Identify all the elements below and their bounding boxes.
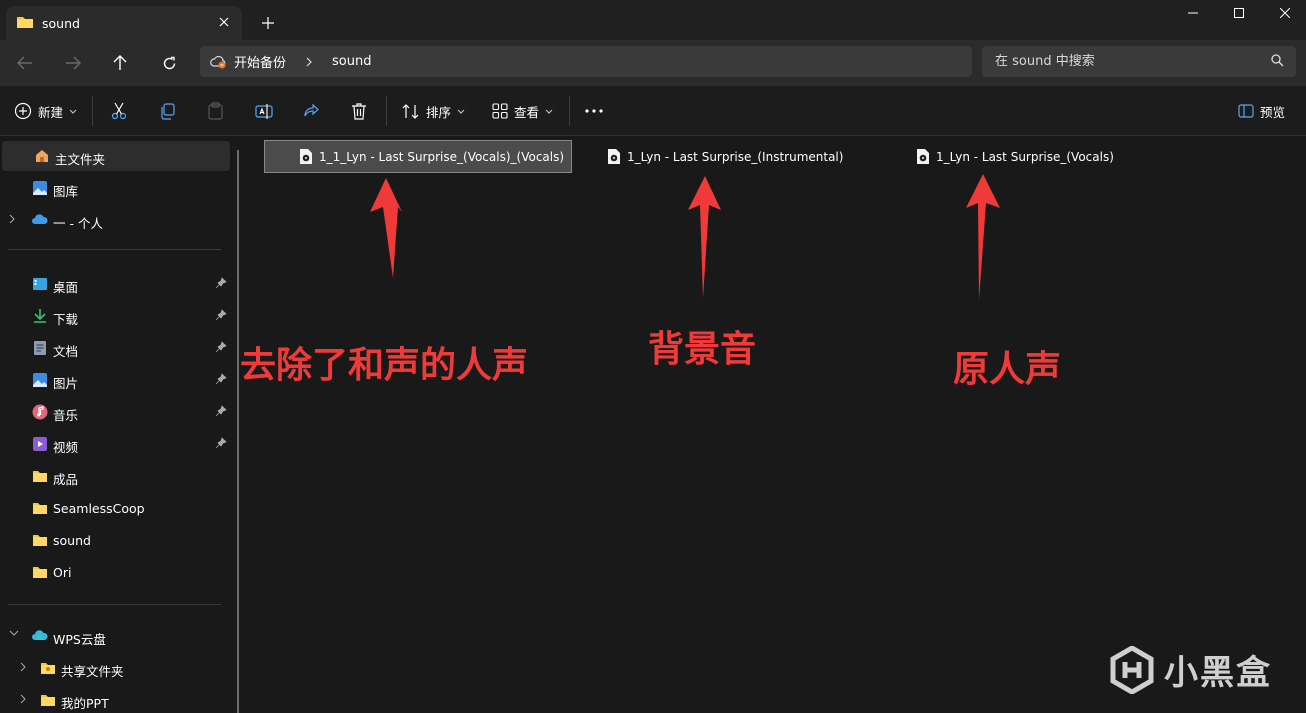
red-arrow-icon	[370, 178, 402, 278]
watermark-text: 小黑盒	[1164, 653, 1272, 693]
watermark: 小黑盒	[1110, 645, 1272, 694]
red-arrow-icon	[966, 174, 1000, 300]
red-arrow-icon	[688, 176, 721, 298]
annotation-label: 原人声	[953, 349, 1062, 390]
heybox-logo-icon	[1110, 645, 1154, 694]
annotation-label: 去除了和声的人声	[240, 345, 529, 386]
annotation-label: 背景音	[648, 329, 757, 370]
